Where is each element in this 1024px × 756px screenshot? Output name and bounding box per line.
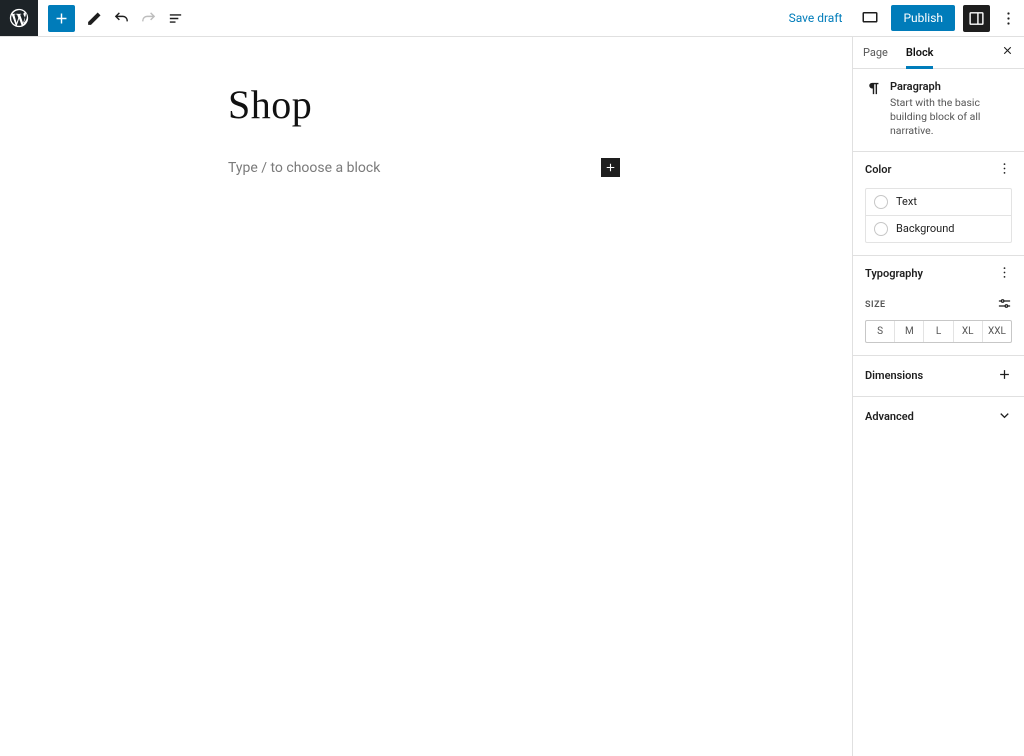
size-xxl[interactable]: XXL xyxy=(982,321,1011,342)
list-icon xyxy=(167,10,184,27)
panel-typography-toggle[interactable]: Typography xyxy=(853,256,1024,292)
panel-typography: Typography SIZE S M L XL XXL xyxy=(853,256,1024,356)
pencil-icon xyxy=(86,10,103,27)
chevron-down-icon xyxy=(997,408,1012,423)
size-l[interactable]: L xyxy=(923,321,952,342)
paragraph-icon xyxy=(865,80,882,100)
tab-page[interactable]: Page xyxy=(863,37,888,69)
panel-color-toggle[interactable]: Color xyxy=(853,152,1024,188)
tab-block[interactable]: Block xyxy=(906,37,934,69)
empty-paragraph-block[interactable]: Type / to choose a block xyxy=(228,158,620,177)
document-overview-button[interactable] xyxy=(162,5,189,32)
size-label: SIZE xyxy=(865,300,886,310)
close-icon xyxy=(1001,44,1014,57)
block-card-description: Start with the basic building block of a… xyxy=(890,96,1012,139)
publish-button[interactable]: Publish xyxy=(891,5,955,31)
tools-button[interactable] xyxy=(81,5,108,32)
sliders-icon xyxy=(997,296,1012,311)
color-text-row[interactable]: Text xyxy=(866,189,1011,215)
size-xl[interactable]: XL xyxy=(953,321,982,342)
sidebar-tabs: Page Block xyxy=(853,37,1024,69)
size-s[interactable]: S xyxy=(866,321,894,342)
settings-sidebar: Page Block Paragraph Start with the basi… xyxy=(852,37,1024,756)
plus-icon xyxy=(53,10,70,27)
plus-icon xyxy=(604,161,617,174)
block-card: Paragraph Start with the basic building … xyxy=(853,69,1024,152)
editor-canvas[interactable]: Shop Type / to choose a block xyxy=(0,37,852,756)
font-size-segmented: S M L XL XXL xyxy=(865,320,1012,343)
wp-logo[interactable] xyxy=(0,0,38,36)
inline-add-block-button[interactable] xyxy=(601,158,620,177)
editor-top-bar: Save draft Publish xyxy=(0,0,1024,37)
page-title[interactable]: Shop xyxy=(228,81,624,128)
redo-icon xyxy=(140,10,157,27)
color-background-label: Background xyxy=(896,222,954,235)
color-text-label: Text xyxy=(896,195,917,208)
panel-color-options[interactable] xyxy=(997,161,1012,179)
kebab-icon xyxy=(997,161,1012,176)
options-menu-button[interactable] xyxy=(998,5,1018,32)
toolbar-right: Save draft Publish xyxy=(783,0,1024,36)
undo-icon xyxy=(113,10,130,27)
close-sidebar-button[interactable] xyxy=(1001,44,1014,61)
size-m[interactable]: M xyxy=(894,321,923,342)
settings-sidebar-toggle[interactable] xyxy=(963,5,990,32)
panel-typography-options[interactable] xyxy=(997,265,1012,283)
expand-dimensions[interactable] xyxy=(997,367,1012,385)
toolbar-left xyxy=(38,0,189,36)
kebab-icon xyxy=(997,265,1012,280)
plus-icon xyxy=(997,367,1012,382)
sidebar-icon xyxy=(968,10,985,27)
panel-dimensions-title: Dimensions xyxy=(865,369,923,382)
paragraph-placeholder: Type / to choose a block xyxy=(228,160,380,176)
block-card-name: Paragraph xyxy=(890,80,1012,93)
panel-advanced-toggle[interactable]: Advanced xyxy=(853,397,1024,437)
panel-color-title: Color xyxy=(865,163,891,176)
redo-button xyxy=(135,5,162,32)
panel-color: Color Text Background xyxy=(853,152,1024,256)
swatch-empty-icon xyxy=(874,222,888,236)
panel-advanced-title: Advanced xyxy=(865,410,914,423)
add-block-button[interactable] xyxy=(48,5,75,32)
panel-dimensions-toggle[interactable]: Dimensions xyxy=(853,356,1024,397)
save-draft-button[interactable]: Save draft xyxy=(783,5,849,31)
swatch-empty-icon xyxy=(874,195,888,209)
expand-advanced[interactable] xyxy=(997,408,1012,426)
panel-typography-title: Typography xyxy=(865,267,923,280)
desktop-icon xyxy=(861,9,879,27)
wordpress-icon xyxy=(8,7,30,29)
preview-button[interactable] xyxy=(856,5,883,32)
kebab-icon xyxy=(1000,10,1017,27)
undo-button[interactable] xyxy=(108,5,135,32)
custom-size-button[interactable] xyxy=(997,296,1012,314)
color-background-row[interactable]: Background xyxy=(866,215,1011,242)
